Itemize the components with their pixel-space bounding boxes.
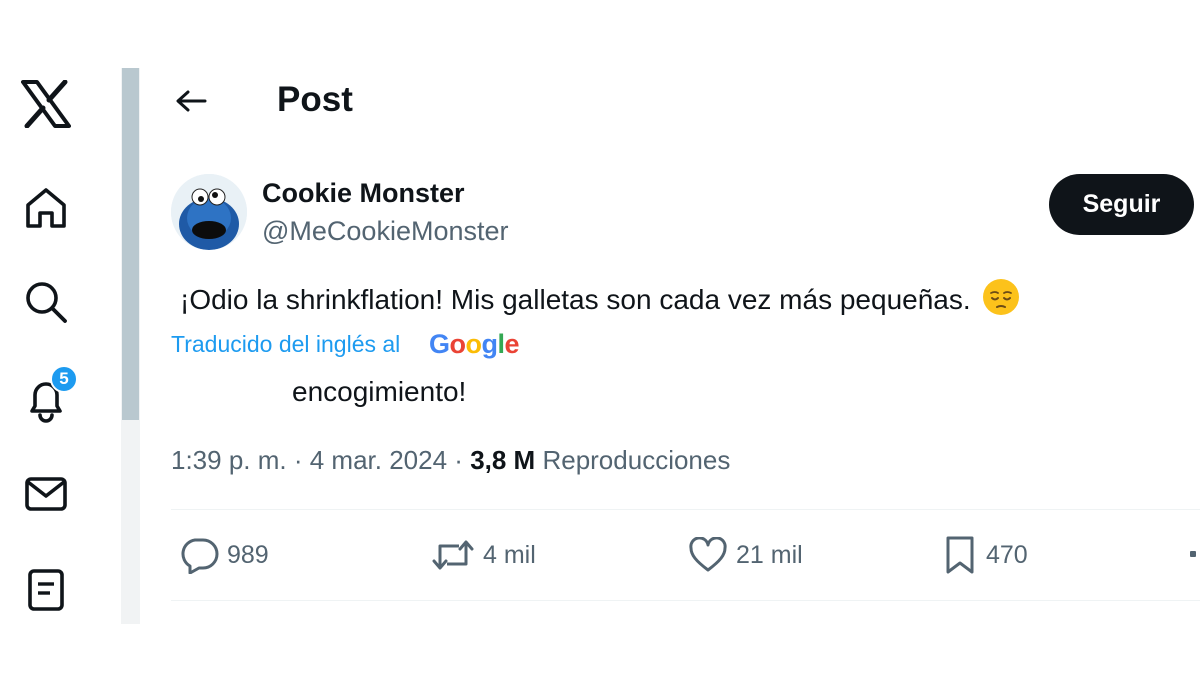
back-arrow-icon <box>176 90 207 112</box>
home-icon[interactable] <box>18 180 74 236</box>
post-time[interactable]: 1:39 p. m. <box>171 445 287 475</box>
post-text: ¡Odio la shrinkflation! Mis galletas son… <box>180 278 1020 320</box>
page-title: Post <box>277 80 353 119</box>
lists-icon[interactable] <box>18 562 74 618</box>
x-logo-icon[interactable] <box>18 76 74 132</box>
views-label: Reproducciones <box>542 445 731 475</box>
messages-icon[interactable] <box>18 466 74 522</box>
author-handle[interactable]: @MeCookieMonster <box>262 214 509 248</box>
share-icon <box>1190 551 1196 557</box>
post-date[interactable]: 4 mar. 2024 <box>310 445 447 475</box>
repost-count: 4 mil <box>483 540 536 569</box>
back-button[interactable] <box>170 80 212 122</box>
post-text-continuation: encogimiento! <box>292 376 467 407</box>
avatar[interactable] <box>171 174 247 250</box>
heart-icon <box>689 537 727 572</box>
bookmark-count: 470 <box>986 540 1028 569</box>
repost-icon <box>432 540 474 570</box>
scrollbar-thumb[interactable] <box>122 68 139 420</box>
bookmark-icon <box>946 536 974 574</box>
meta-separator: · <box>293 445 310 475</box>
notifications-badge: 5 <box>50 365 78 393</box>
reply-icon <box>181 538 219 574</box>
search-icon[interactable] <box>18 274 74 330</box>
author-name[interactable]: Cookie Monster <box>262 176 465 210</box>
views-count: 3,8 M <box>470 445 536 475</box>
divider <box>171 509 1200 510</box>
bookmark-button[interactable]: 470 <box>944 533 1028 577</box>
follow-button[interactable]: Seguir <box>1049 174 1194 235</box>
reply-button[interactable]: 989 <box>179 533 269 577</box>
like-button[interactable]: 21 mil <box>688 533 803 577</box>
reply-count: 989 <box>227 540 269 569</box>
meta-separator: · <box>454 445 471 475</box>
repost-button[interactable]: 4 mil <box>431 533 536 577</box>
post-meta: 1:39 p. m. · 4 mar. 2024 · 3,8 M Reprodu… <box>171 443 730 477</box>
left-nav: 5 <box>0 0 120 675</box>
google-logo: Google <box>429 329 520 359</box>
post-text-content: ¡Odio la shrinkflation! Mis galletas son… <box>180 284 971 315</box>
pensive-face-emoji <box>983 279 1020 315</box>
divider <box>171 600 1200 601</box>
share-button[interactable] <box>1190 533 1200 577</box>
like-count: 21 mil <box>736 540 803 569</box>
translated-label[interactable]: Traducido del inglés al <box>171 328 400 360</box>
